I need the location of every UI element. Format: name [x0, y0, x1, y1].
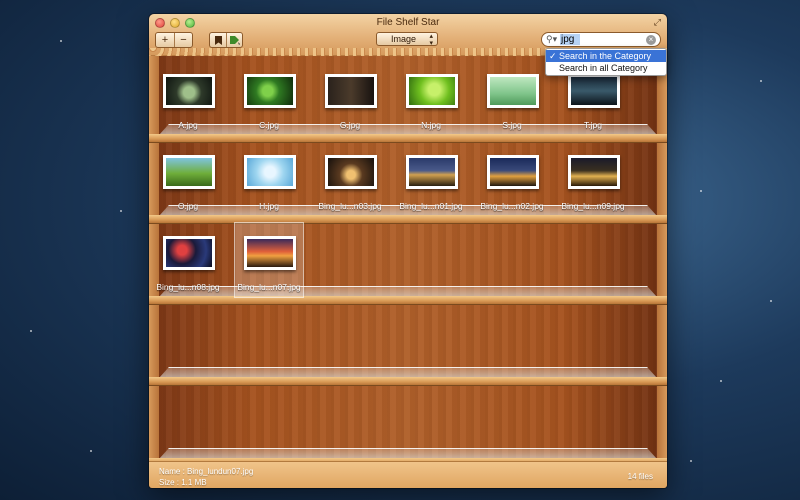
file-label: Bing_lu...n03.jpg [318, 201, 382, 211]
status-bar: Name : Bing_lundun07.jpg Size : 1.1 MB 1… [149, 461, 667, 488]
image-thumbnail [163, 236, 215, 270]
app-window: File Shelf Star ⤢ + − Image ▴▾ ⚲▾ jpg × [149, 14, 667, 488]
file-label: Bing_lu...n01.jpg [399, 201, 463, 211]
remove-button[interactable]: − [174, 33, 192, 47]
image-thumbnail [163, 74, 215, 108]
add-button[interactable]: + [156, 33, 174, 47]
category-popup[interactable]: Image ▴ ▾ [376, 32, 438, 47]
file-label: Bing_lu...n02.jpg [480, 201, 544, 211]
checkmark-icon: ✓ [549, 51, 557, 61]
selected-file-name: Name : Bing_lundun07.jpg [159, 467, 254, 476]
image-thumbnail [244, 155, 296, 189]
file-count: 14 files [627, 472, 653, 481]
search-field[interactable]: ⚲▾ jpg × [541, 32, 661, 47]
search-scope-menu: ✓ Search in the Category Search in all C… [545, 48, 667, 76]
up-down-arrows-icon: ▴ ▾ [429, 33, 433, 47]
label-button[interactable] [226, 33, 242, 47]
menu-item-label: Search in the Category [559, 51, 652, 61]
bookshelf: A.jpg C.jpg G.jpg N.jpg S.jpg T.jpg O.jp… [149, 56, 667, 467]
shelf-side-left [149, 56, 159, 461]
file-label: Bing_lu...n09.jpg [561, 201, 625, 211]
bookmark-button[interactable] [210, 33, 226, 47]
image-thumbnail [568, 74, 620, 108]
menu-item-search-category[interactable]: ✓ Search in the Category [546, 50, 666, 62]
shelf-board [149, 367, 667, 387]
search-input[interactable]: jpg [560, 34, 580, 45]
image-thumbnail [244, 236, 296, 270]
window-title: File Shelf Star [376, 17, 440, 28]
file-label: H.jpg [259, 201, 279, 211]
image-thumbnail [325, 155, 377, 189]
tool-buttons [209, 32, 243, 48]
image-thumbnail [568, 155, 620, 189]
image-thumbnail [406, 155, 458, 189]
menu-item-search-all[interactable]: Search in all Category [546, 62, 666, 74]
file-label: Bing_lu...n07.jpg [237, 282, 301, 292]
file-label: O.jpg [177, 201, 199, 211]
menu-item-label: Search in all Category [559, 63, 648, 73]
file-label: S.jpg [502, 120, 522, 130]
image-thumbnail [487, 74, 539, 108]
file-label: T.jpg [584, 120, 602, 130]
tag-icon [229, 36, 240, 45]
image-thumbnail [163, 155, 215, 189]
file-label: G.jpg [339, 120, 361, 130]
add-remove-control: + − [155, 32, 193, 48]
search-icon[interactable]: ⚲▾ [546, 34, 560, 45]
image-thumbnail [487, 155, 539, 189]
clear-search-icon[interactable]: × [646, 34, 656, 45]
file-label: C.jpg [259, 120, 279, 130]
fullscreen-icon[interactable]: ⤢ [654, 17, 661, 28]
shelf-side-right [657, 56, 667, 461]
selected-file-size: Size : 1.1 MB [159, 478, 207, 487]
bookmark-icon [214, 35, 222, 45]
category-popup-label: Image [391, 34, 417, 44]
image-thumbnail [325, 74, 377, 108]
file-label: A.jpg [178, 120, 198, 130]
image-thumbnail [406, 74, 458, 108]
image-thumbnail [244, 74, 296, 108]
file-label: Bing_lu...n08.jpg [156, 282, 220, 292]
file-label: N.jpg [421, 120, 441, 130]
